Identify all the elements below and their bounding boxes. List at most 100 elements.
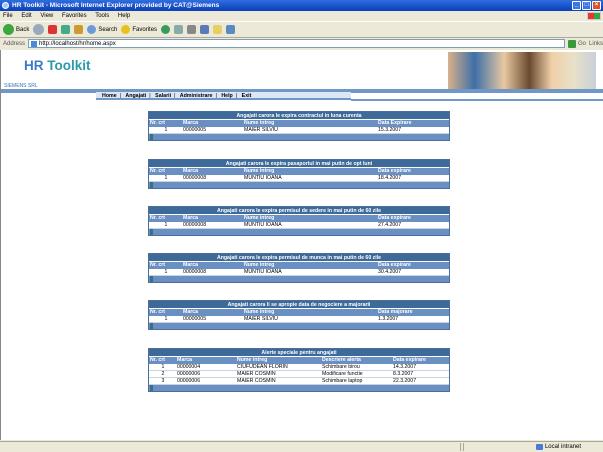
menu-edit[interactable]: Edit (21, 13, 31, 19)
search-icon (87, 25, 97, 34)
menu-tools[interactable]: Tools (95, 13, 109, 19)
column-header: Nume intreg (244, 215, 275, 221)
residence-permit-table: Angajati carora le expira permisul de se… (148, 206, 450, 236)
messenger-icon[interactable] (226, 25, 236, 34)
refresh-icon[interactable] (61, 25, 71, 34)
table-row: 1 00000008 MUNTIU IOANA 18.4.2007 (149, 175, 449, 182)
links-button[interactable]: Links (589, 41, 603, 47)
nav-administrare[interactable]: Administrare (180, 93, 213, 99)
column-header: Nr. crt (150, 262, 165, 268)
column-header: Nr. crt (150, 357, 165, 363)
address-bar: Address http://localhost/hr/home.aspx Go… (0, 38, 603, 49)
column-header: Descriere alerta (322, 357, 361, 363)
column-header: Nume intreg (244, 168, 275, 174)
stop-icon[interactable] (48, 25, 58, 34)
column-header: Nr. crt (150, 309, 165, 315)
menu-favorites[interactable]: Favorites (62, 13, 87, 19)
nav-help[interactable]: Help (221, 93, 232, 99)
column-header: Nume intreg (237, 357, 268, 363)
address-input[interactable]: http://localhost/hr/home.aspx (28, 39, 565, 48)
nav-salarii[interactable]: Salarii (155, 93, 171, 99)
table-title: Alerte speciale pentru angajati (149, 349, 449, 357)
table-footer (149, 385, 449, 391)
nav-home[interactable]: Home (102, 93, 117, 99)
menu-file[interactable]: File (3, 13, 13, 19)
column-header: Marca (183, 262, 198, 268)
intranet-icon (535, 444, 543, 450)
page-content: HR Toolkit SIEMENS SRL Home | Angajati | S… (0, 50, 603, 440)
table-row: 1 00000004 CIUFUDEAN FLORIN Schimbare bi… (149, 364, 449, 371)
column-header: Data majorare (378, 309, 413, 315)
table-footer (149, 323, 449, 329)
go-arrow-icon (567, 39, 576, 48)
home-icon[interactable] (74, 25, 84, 34)
column-header: Marca (183, 120, 198, 126)
address-label: Address (3, 40, 26, 47)
browser-toolbar: Back Search Favorites (0, 21, 603, 38)
table-footer (149, 182, 449, 188)
table-row: 1 00000005 MAIER SILVIU 15.3.2007 (149, 127, 449, 134)
column-header: Marca (183, 215, 198, 221)
edit-icon[interactable] (200, 25, 210, 34)
nav-angajati[interactable]: Angajati (125, 93, 146, 99)
column-header: Marca (177, 357, 192, 363)
mail-icon[interactable] (174, 25, 184, 34)
print-icon[interactable] (187, 25, 197, 34)
table-title: Angajati carora le expira permisul de mu… (149, 254, 449, 262)
table-row: 1 00000008 MUNTIU IOANA 27.4.2007 (149, 222, 449, 229)
forward-arrow-icon[interactable] (33, 24, 45, 35)
security-zone: Local intranet (535, 443, 581, 451)
table-title: Angajati carora le expira permisul de se… (149, 207, 449, 215)
back-arrow-icon (3, 24, 14, 35)
table-footer (149, 229, 449, 235)
salary-negotiation-table: Angajati carora li se apropie data de ne… (148, 300, 450, 330)
work-permit-table: Angajati carora le expira permisul de mu… (148, 253, 450, 283)
go-button[interactable]: Go (567, 39, 586, 48)
close-button[interactable]: × (592, 1, 601, 10)
column-header: Nume intreg (244, 262, 275, 268)
search-button[interactable]: Search (87, 25, 117, 34)
main-nav: Home | Angajati | Salarii | Administrare | H… (1, 92, 603, 101)
column-header: Nume intreg (244, 120, 275, 126)
page-icon (31, 41, 38, 47)
column-header: Data expirare (378, 262, 411, 268)
minimize-button[interactable]: _ (572, 1, 581, 10)
column-header: Marca (183, 168, 198, 174)
status-bar: Local intranet (0, 441, 603, 452)
window-title: HR Toolkit - Microsoft Internet Explorer… (12, 2, 220, 9)
column-header: Data Expirare (378, 120, 412, 126)
table-row: 1 00000008 MUNTIU IOANA 30.4.2007 (149, 269, 449, 276)
favorites-button[interactable]: Favorites (121, 25, 157, 34)
table-row: 2 00000006 MAIER COSMIN Modificare funct… (149, 371, 449, 378)
column-header: Data expirare (378, 168, 411, 174)
app-logo: HR Toolkit (24, 58, 91, 73)
table-row: 1 00000005 MAIER SILVIU 1.3.2007 (149, 316, 449, 323)
menu-help[interactable]: Help (118, 13, 130, 19)
special-alerts-table: Alerte speciale pentru angajati Nr. crt … (148, 348, 450, 392)
folder-icon[interactable] (213, 25, 223, 34)
contract-expiry-table: Angajati carora le expira contractul in … (148, 111, 450, 141)
windows-logo-icon (587, 12, 601, 20)
passport-expiry-table: Angajati carora le expira pasaportul in … (148, 159, 450, 189)
header-photo (448, 52, 596, 89)
column-header: Nr. crt (150, 120, 165, 126)
column-header: Nr. crt (150, 168, 165, 174)
column-header: Nr. crt (150, 215, 165, 221)
star-icon (121, 25, 131, 34)
history-icon[interactable] (161, 25, 171, 34)
table-row: 3 00000006 MAIER COSMIN Schimbare laptop… (149, 378, 449, 385)
zone-label: Local intranet (544, 444, 581, 450)
window-titlebar: HR Toolkit - Microsoft Internet Explorer… (0, 0, 603, 11)
ie-icon (2, 2, 9, 9)
table-title: Angajati carora le expira pasaportul in … (149, 160, 449, 168)
nav-exit[interactable]: Exit (242, 93, 252, 99)
column-header: Data expirare (393, 357, 426, 363)
maximize-button[interactable]: □ (582, 1, 591, 10)
table-title: Angajati carora le expira contractul in … (149, 112, 449, 120)
column-header: Nume intreg (244, 309, 275, 315)
menu-view[interactable]: View (40, 13, 53, 19)
column-header: Data expirare (378, 215, 411, 221)
menu-bar: File Edit View Favorites Tools Help (0, 11, 603, 21)
table-footer (149, 134, 449, 140)
back-button[interactable]: Back (3, 24, 29, 35)
